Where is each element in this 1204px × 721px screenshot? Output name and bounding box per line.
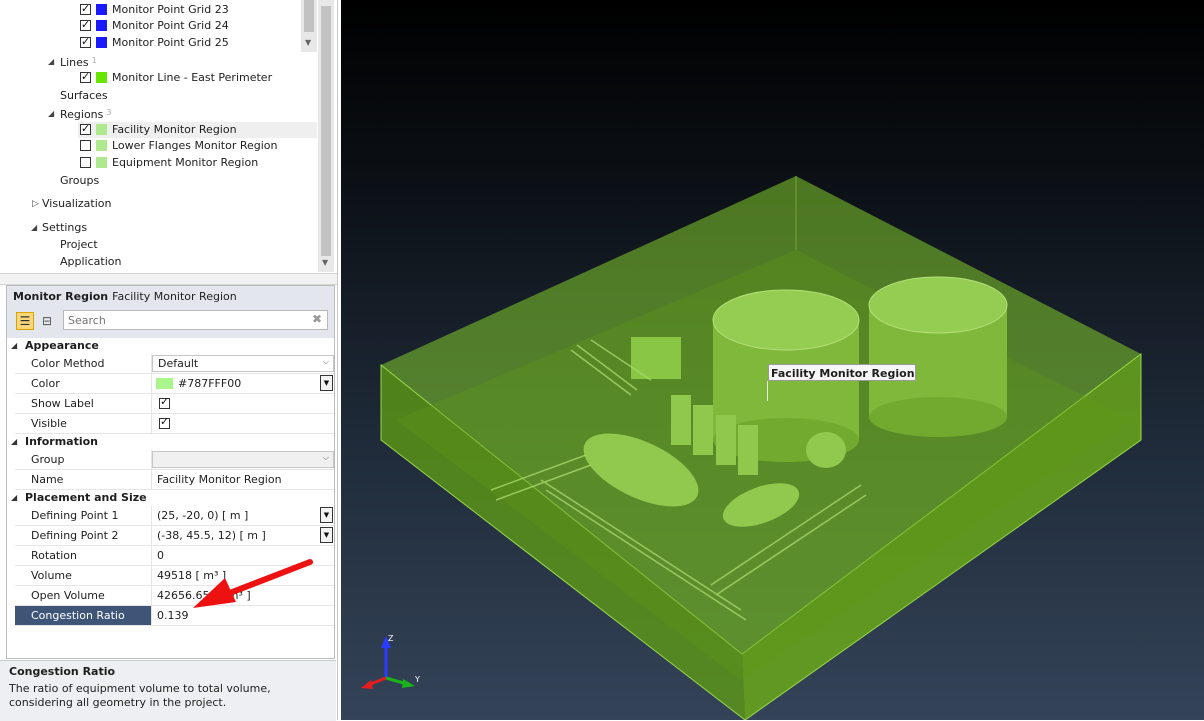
chevron-down-icon: ⌵ — [322, 357, 329, 366]
tree-item-equipment-region[interactable]: Equipment Monitor Region — [80, 155, 258, 171]
prop-name[interactable]: Name Facility Monitor Region — [15, 470, 334, 490]
color-method-dropdown[interactable]: Default ⌵ — [152, 355, 334, 372]
storage-tank-right — [868, 276, 1008, 437]
tree-node-settings[interactable]: Settings — [42, 220, 87, 236]
expand-point-1-button[interactable]: ▼ — [320, 507, 333, 523]
prop-rotation[interactable]: Rotation 0 — [15, 546, 334, 566]
tree-node-visualization[interactable]: Visualization — [42, 196, 111, 212]
alphabetical-view-icon[interactable]: ⊟ — [38, 312, 56, 330]
prop-open-volume[interactable]: Open Volume 42656.656 [ m³ ] — [15, 586, 334, 606]
scroll-thumb[interactable] — [321, 6, 331, 256]
tree-node-lines[interactable]: Lines 1 — [60, 53, 97, 69]
color-swatch — [96, 20, 107, 31]
search-input[interactable] — [64, 311, 310, 330]
color-swatch — [96, 157, 107, 168]
prop-congestion-ratio[interactable]: Congestion Ratio 0.139 — [15, 606, 334, 626]
tree-item-lower-flanges-region[interactable]: Lower Flanges Monitor Region — [80, 138, 278, 154]
region-label: Facility Monitor Region — [768, 364, 916, 381]
color-swatch — [96, 4, 107, 15]
checkbox[interactable] — [80, 1, 91, 17]
color-swatch — [96, 72, 107, 83]
show-label-checkbox[interactable] — [159, 395, 170, 409]
tree-item-point-grid-24[interactable]: Monitor Point Grid 24 — [80, 17, 229, 34]
tree-node-surfaces[interactable]: Surfaces — [60, 88, 108, 104]
expand-triangle-icon[interactable]: ▷ — [32, 199, 39, 209]
chevron-down-icon[interactable]: ▼ — [305, 38, 311, 47]
prop-color-method[interactable]: Color Method Default ⌵ — [15, 354, 334, 374]
category-appearance[interactable]: ◢ Appearance — [7, 338, 334, 354]
prop-defining-point-1[interactable]: Defining Point 1 (25, -20, 0) [ m ] ▼ — [15, 506, 334, 526]
categorized-view-icon[interactable]: ☰ — [16, 312, 34, 330]
chevron-down-icon: ⌵ — [322, 453, 329, 462]
collapse-triangle-icon[interactable]: ◢ — [48, 57, 54, 66]
scroll-thumb[interactable] — [304, 0, 314, 32]
checkbox[interactable] — [80, 157, 91, 168]
category-placement[interactable]: ◢ Placement and Size — [7, 490, 334, 506]
prop-defining-point-2[interactable]: Defining Point 2 (-38, 45.5, 12) [ m ] ▼ — [15, 526, 334, 546]
tree-item-point-grid-23[interactable]: Monitor Point Grid 23 — [80, 1, 229, 18]
collapse-triangle-icon[interactable]: ◢ — [31, 223, 37, 232]
color-swatch — [96, 37, 107, 48]
scene-graphics — [380, 176, 1142, 720]
project-tree: Monitor Point Grid 23 Monitor Point Grid… — [0, 0, 318, 272]
description-panel: Congestion Ratio The ratio of equipment … — [0, 660, 336, 721]
color-swatch — [96, 124, 107, 135]
tree-item-monitor-line[interactable]: Monitor Line - East Perimeter — [80, 69, 272, 86]
inner-scrollbar[interactable]: ▼ — [301, 0, 317, 52]
collapse-triangle-icon[interactable]: ◢ — [48, 109, 54, 118]
collapse-triangle-icon[interactable]: ◢ — [11, 434, 17, 450]
collapse-triangle-icon[interactable]: ◢ — [11, 338, 17, 354]
visible-checkbox[interactable] — [159, 415, 170, 429]
property-grid-header: Monitor Region Facility Monitor Region — [7, 286, 334, 308]
axis-label-y: Y — [414, 675, 420, 684]
prop-volume[interactable]: Volume 49518 [ m³ ] — [15, 566, 334, 586]
color-swatch — [96, 140, 107, 151]
axis-label-z: Z — [388, 634, 394, 643]
color-swatch — [156, 378, 173, 389]
collapse-triangle-icon[interactable]: ◢ — [11, 490, 17, 506]
color-picker-button[interactable]: ▼ — [320, 375, 333, 391]
expand-point-2-button[interactable]: ▼ — [320, 527, 333, 543]
search-box[interactable]: ✖ — [63, 310, 328, 330]
tree-item-point-grid-25[interactable]: Monitor Point Grid 25 — [80, 34, 229, 51]
tree-item-facility-monitor-region[interactable]: Facility Monitor Region — [78, 121, 317, 138]
checkbox[interactable] — [80, 121, 91, 137]
category-information[interactable]: ◢ Information — [7, 434, 334, 450]
tree-node-application[interactable]: Application — [60, 254, 121, 270]
chevron-down-icon[interactable]: ▼ — [322, 258, 328, 267]
label-leader-line — [767, 381, 768, 401]
checkbox[interactable] — [80, 69, 91, 85]
checkbox[interactable] — [80, 17, 91, 33]
tree-scrollbar[interactable]: ▼ — [318, 0, 334, 272]
group-dropdown[interactable]: ⌵ — [152, 451, 334, 468]
splitter[interactable] — [0, 273, 337, 285]
axis-triad: Z Y — [361, 634, 420, 689]
name-field[interactable]: Facility Monitor Region — [157, 470, 282, 489]
left-panel: Monitor Point Grid 23 Monitor Point Grid… — [0, 0, 338, 721]
3d-viewport[interactable]: Facility Monitor Region Z Y — [341, 0, 1204, 720]
property-grid: Monitor Region Facility Monitor Region ☰ … — [6, 285, 335, 659]
prop-color[interactable]: Color #787FFF00 ▼ — [15, 374, 334, 394]
checkbox[interactable] — [80, 34, 91, 50]
prop-visible[interactable]: Visible — [15, 414, 334, 434]
prop-show-label[interactable]: Show Label — [15, 394, 334, 414]
tree-node-regions[interactable]: Regions 3 — [60, 105, 111, 121]
tree-node-project[interactable]: Project — [60, 237, 98, 253]
checkbox[interactable] — [80, 140, 91, 151]
clear-search-icon[interactable]: ✖ — [312, 312, 322, 326]
tree-node-groups[interactable]: Groups — [60, 173, 99, 189]
property-toolbar: ☰ ⊟ ✖ — [7, 308, 334, 338]
prop-group[interactable]: Group ⌵ — [15, 450, 334, 470]
